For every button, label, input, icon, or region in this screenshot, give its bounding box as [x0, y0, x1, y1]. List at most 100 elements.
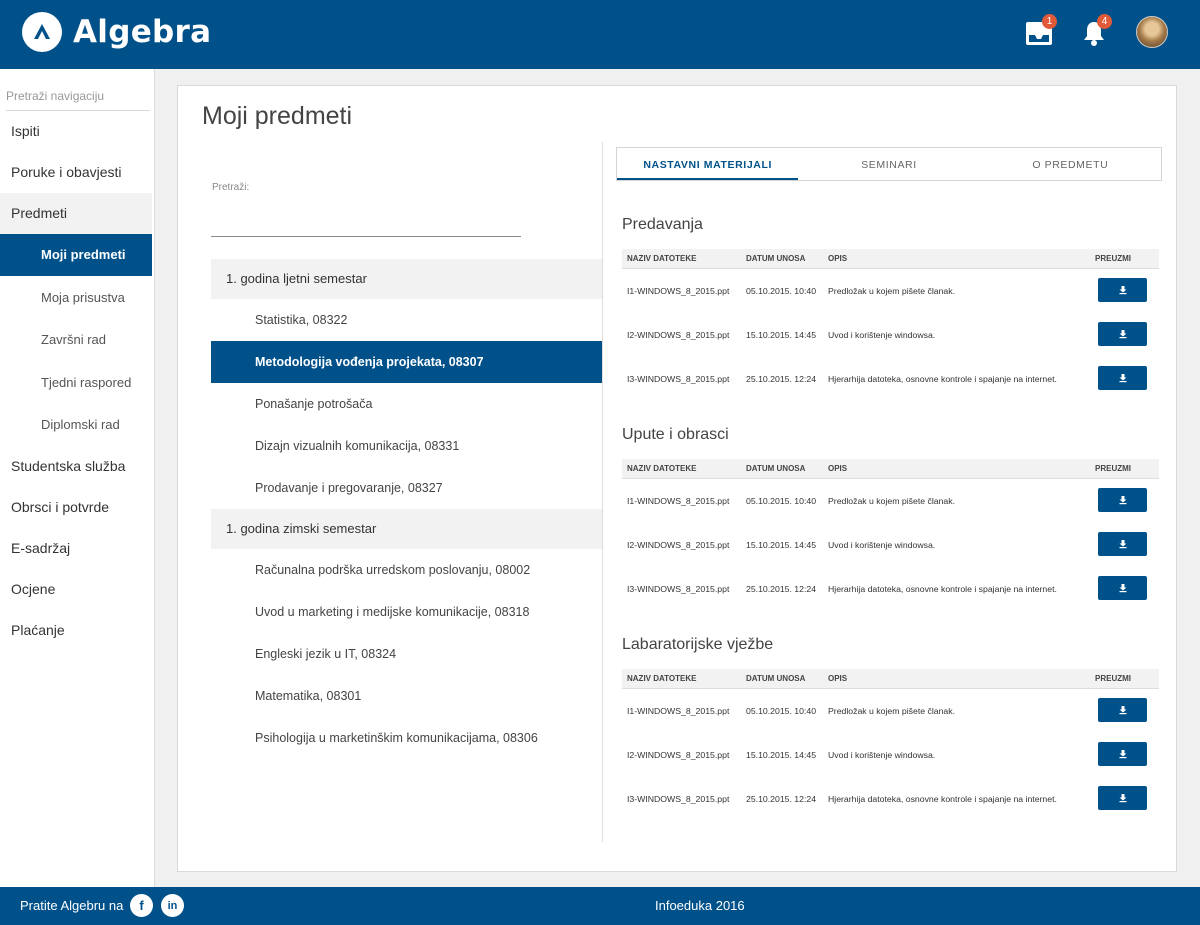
sidebar-item-studentska-sluzba[interactable]: Studentska služba	[0, 446, 152, 487]
logo-mark-icon	[22, 12, 62, 52]
file-name: I2-WINDOWS_8_2015.ppt	[627, 540, 730, 550]
download-button[interactable]	[1098, 576, 1147, 600]
table-row: I2-WINDOWS_8_2015.ppt 15.10.2015. 14:45 Uv…	[622, 524, 1159, 568]
upload-date: 15.10.2015. 14:45	[746, 540, 817, 550]
subject-item[interactable]: Psihologija u marketinškim komunikacijam…	[211, 717, 603, 759]
download-icon	[1118, 329, 1128, 339]
footer-copyright: Infoeduka 2016	[655, 898, 745, 913]
subject-item[interactable]: Uvod u marketing i medijske komunikacije…	[211, 591, 603, 633]
content-card: Moji predmeti Pretraži: 1. godina ljetni…	[177, 85, 1177, 872]
sidebar-item-predmeti[interactable]: Predmeti	[0, 193, 152, 234]
download-button[interactable]	[1098, 322, 1147, 346]
sidebar-sub-zavrsni-rad[interactable]: Završni rad	[0, 319, 152, 361]
sidebar-item-e-sadrzaj[interactable]: E-sadržaj	[0, 528, 152, 569]
column-header: DATUM UNOSA	[746, 254, 806, 263]
subject-item[interactable]: Statistika, 08322	[211, 299, 603, 341]
column-header: NAZIV DATOTEKE	[627, 254, 697, 263]
column-header: PREUZMI	[1095, 464, 1131, 473]
download-icon	[1118, 285, 1128, 295]
sidebar-sub-diplomski-rad[interactable]: Diplomski rad	[0, 404, 152, 446]
download-button[interactable]	[1098, 698, 1147, 722]
upload-date: 15.10.2015. 14:45	[746, 330, 817, 340]
table-row: I2-WINDOWS_8_2015.ppt 15.10.2015. 14:45 Uv…	[622, 734, 1159, 778]
footer-follow-text: Pratite Algebru na	[20, 898, 124, 913]
section-title: Upute i obrasci	[622, 426, 729, 443]
download-button[interactable]	[1098, 488, 1147, 512]
column-header: OPIS	[828, 674, 848, 683]
subject-item[interactable]: Računalna podrška urredskom poslovanju, …	[211, 549, 603, 591]
semester-heading: 1. godina zimski semestar	[211, 509, 603, 549]
page-title: Moji predmeti	[202, 102, 353, 130]
sidebar-sub-moja-prisustva[interactable]: Moja prisustva	[0, 277, 152, 319]
subject-item[interactable]: Prodavanje i pregovaranje, 08327	[211, 467, 603, 509]
sidebar-sub-moji-predmeti[interactable]: Moji predmeti	[0, 234, 152, 276]
table-header: NAZIV DATOTEKE DATUM UNOSA OPIS PREUZMI	[622, 459, 1159, 479]
table-row: I2-WINDOWS_8_2015.ppt 15.10.2015. 14:45 Uv…	[622, 314, 1159, 358]
upload-date: 25.10.2015. 12:24	[746, 584, 817, 594]
tab-o-predmetu[interactable]: O PREDMETU	[980, 148, 1161, 180]
download-icon	[1118, 539, 1128, 549]
file-name: I3-WINDOWS_8_2015.ppt	[627, 374, 730, 384]
file-description: Uvod i korištenje windowsa.	[828, 330, 936, 340]
subject-item[interactable]: Ponašanje potrošača	[211, 383, 603, 425]
subject-item-selected[interactable]: Metodologija vođenja projekata, 08307	[211, 341, 603, 383]
notifications-badge: 4	[1097, 14, 1112, 29]
column-header: OPIS	[828, 464, 848, 473]
sidebar-item-poruke[interactable]: Poruke i obavjesti	[0, 152, 152, 193]
inbox-badge: 1	[1042, 14, 1057, 29]
download-icon	[1118, 749, 1128, 759]
detail-tabs: NASTAVNI MATERIJALI SEMINARI O PREDMETU	[616, 147, 1162, 181]
file-name: I1-WINDOWS_8_2015.ppt	[627, 496, 730, 506]
column-header: DATUM UNOSA	[746, 674, 806, 683]
download-button[interactable]	[1098, 366, 1147, 390]
user-avatar[interactable]	[1136, 16, 1168, 48]
subject-item[interactable]: Dizajn vizualnih komunikacija, 08331	[211, 425, 603, 467]
table-row: I1-WINDOWS_8_2015.ppt 05.10.2015. 10:40 Pr…	[622, 480, 1159, 524]
section-title: Labaratorijske vježbe	[622, 636, 774, 653]
semester-heading: 1. godina ljetni semestar	[211, 259, 603, 299]
column-header: DATUM UNOSA	[746, 464, 806, 473]
sidebar-item-placanje[interactable]: Plaćanje	[0, 610, 152, 651]
nav-search-input[interactable]: Pretraži navigaciju	[6, 89, 150, 111]
logo-text: Algebra	[73, 14, 212, 50]
sidebar-item-ispiti[interactable]: Ispiti	[0, 111, 152, 152]
sidebar-nav: Pretraži navigaciju Ispiti Poruke i obav…	[0, 69, 155, 887]
upload-date: 15.10.2015. 14:45	[746, 750, 817, 760]
upload-date: 05.10.2015. 10:40	[746, 706, 817, 716]
file-description: Predložak u kojem pišete članak.	[828, 496, 955, 506]
subject-search-input[interactable]	[211, 236, 521, 237]
column-header: OPIS	[828, 254, 848, 263]
column-header: PREUZMI	[1095, 674, 1131, 683]
download-button[interactable]	[1098, 278, 1147, 302]
sidebar-item-obrasci[interactable]: Obrsci i potvrde	[0, 487, 152, 528]
download-button[interactable]	[1098, 742, 1147, 766]
download-icon	[1118, 373, 1128, 383]
download-icon	[1118, 793, 1128, 803]
sidebar-sub-tjedni-raspored[interactable]: Tjedni raspored	[0, 362, 152, 404]
linkedin-icon[interactable]: in	[161, 894, 184, 917]
upload-date: 05.10.2015. 10:40	[746, 286, 817, 296]
top-header: Algebra 1 4	[0, 0, 1200, 69]
subject-search-label: Pretraži:	[212, 182, 250, 193]
inbox-button[interactable]: 1	[1024, 14, 1057, 49]
file-description: Predložak u kojem pišete članak.	[828, 286, 955, 296]
column-divider	[602, 142, 603, 842]
table-row: I3-WINDOWS_8_2015.ppt 25.10.2015. 12:24 Hj…	[622, 358, 1159, 402]
tab-nastavni-materijali[interactable]: NASTAVNI MATERIJALI	[617, 148, 799, 180]
algebra-logo[interactable]: Algebra	[22, 12, 211, 52]
notifications-button[interactable]: 4	[1079, 14, 1112, 49]
subject-item[interactable]: Matematika, 08301	[211, 675, 603, 717]
column-header: NAZIV DATOTEKE	[627, 674, 697, 683]
table-header: NAZIV DATOTEKE DATUM UNOSA OPIS PREUZMI	[622, 249, 1159, 269]
table-row: I3-WINDOWS_8_2015.ppt 25.10.2015. 12:24 Hj…	[622, 778, 1159, 822]
upload-date: 25.10.2015. 12:24	[746, 374, 817, 384]
file-description: Hjerarhija datoteka, osnovne kontrole i …	[828, 584, 1057, 594]
download-button[interactable]	[1098, 786, 1147, 810]
sidebar-item-ocjene[interactable]: Ocjene	[0, 569, 152, 610]
download-button[interactable]	[1098, 532, 1147, 556]
tab-seminari[interactable]: SEMINARI	[798, 148, 979, 180]
facebook-icon[interactable]: f	[130, 894, 153, 917]
subject-item[interactable]: Engleski jezik u IT, 08324	[211, 633, 603, 675]
upload-date: 05.10.2015. 10:40	[746, 496, 817, 506]
file-name: I3-WINDOWS_8_2015.ppt	[627, 584, 730, 594]
